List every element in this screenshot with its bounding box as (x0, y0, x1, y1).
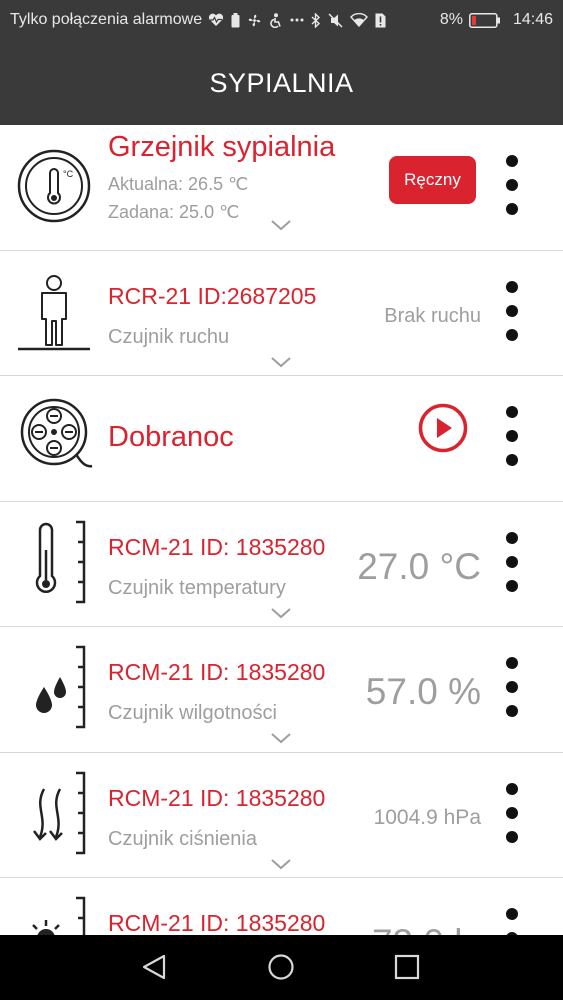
more-menu-button[interactable] (499, 657, 525, 717)
list-item[interactable]: RCM-21 ID: 1835280 Czujnik wilgotności 5… (0, 627, 563, 753)
sun-icon (32, 896, 86, 935)
more-menu-button[interactable] (499, 155, 525, 215)
accessibility-icon (270, 12, 281, 28)
screen: Tylko połączenia alarmowe 8% 14:46 SYPIA… (0, 0, 563, 1000)
device-name: Grzejnik sypialnia (108, 131, 336, 163)
device-name: RCR-21 ID:2687205 (108, 282, 317, 309)
chevron-down-icon[interactable] (270, 607, 292, 619)
light-value: 73.0 lx (372, 922, 481, 935)
status-icons (208, 12, 386, 28)
list-item[interactable]: °C Grzejnik sypialnia Aktualna: 26.5 ℃ Z… (0, 125, 563, 251)
device-list: °C Grzejnik sypialnia Aktualna: 26.5 ℃ Z… (0, 125, 563, 935)
device-type: Czujnik temperatury (108, 576, 286, 599)
device-type: Czujnik wilgotności (108, 702, 277, 724)
navigation-bar (0, 935, 563, 1000)
device-value: Brak ruchu (384, 304, 481, 327)
list-item[interactable]: RCM-21 ID: 1835280 Czujnik ciśnienia 100… (0, 752, 563, 878)
more-menu-button[interactable] (499, 280, 525, 341)
battery-icon (469, 12, 500, 28)
person-icon (18, 274, 90, 350)
chevron-down-icon[interactable] (270, 858, 292, 870)
page-title: SYPIALNIA (209, 68, 354, 98)
bluetooth-icon (311, 12, 321, 28)
device-name: RCM-21 ID: 1835280 (108, 533, 326, 560)
more-icon (290, 18, 304, 22)
battery-saver-icon (231, 12, 240, 27)
more-menu-button[interactable] (499, 908, 525, 935)
device-name: RCM-21 ID: 1835280 (108, 659, 326, 685)
current-temperature: Aktualna: 26.5 ℃ (108, 174, 249, 194)
svg-text:°C: °C (63, 169, 74, 179)
chevron-down-icon[interactable] (270, 732, 292, 744)
chevron-down-icon[interactable] (270, 219, 292, 231)
manual-mode-button[interactable]: Ręczny (389, 156, 476, 204)
pressure-arrows-icon (33, 771, 86, 854)
target-temperature: Zadana: 25.0 ℃ (108, 202, 240, 222)
sim-alert-icon (375, 13, 386, 27)
more-menu-button[interactable] (499, 782, 525, 843)
pressure-value: 1004.9 hPa (373, 805, 481, 829)
temperature-value: 27.0 °C (357, 545, 481, 587)
device-name: RCM-21 ID: 1835280 (108, 910, 326, 935)
mute-icon (328, 12, 343, 28)
clock-text: 14:46 (512, 11, 553, 28)
status-right: 8% 14:46 (440, 11, 553, 29)
recents-icon[interactable] (392, 952, 422, 982)
humidity-value: 57.0 % (365, 671, 481, 712)
battery-percent: 8% (439, 11, 463, 28)
carrier-text: Tylko połączenia alarmowe (10, 11, 203, 28)
scene-name: Dobranoc (108, 421, 234, 453)
wifi-icon (350, 13, 369, 27)
list-item[interactable]: RCM-21 ID: 1835280 73.0 lx (0, 878, 563, 935)
thermostat-icon: °C (17, 149, 91, 223)
thermometer-icon (35, 520, 86, 603)
back-icon[interactable] (140, 952, 170, 982)
scene-reel-icon (20, 398, 93, 468)
fan-icon (248, 14, 261, 26)
more-menu-button[interactable] (499, 406, 525, 466)
heart-pulse-icon (209, 13, 224, 26)
status-bar: Tylko połączenia alarmowe 8% 14:46 (0, 0, 563, 40)
humidity-drops-icon (36, 645, 86, 729)
device-type: Czujnik ciśnienia (108, 827, 257, 850)
list-item[interactable]: Dobranoc (0, 376, 563, 502)
home-icon[interactable] (266, 952, 296, 982)
app-header: SYPIALNIA (0, 40, 563, 125)
list-item[interactable]: RCM-21 ID: 1835280 Czujnik temperatury 2… (0, 501, 563, 627)
chevron-down-icon[interactable] (270, 356, 292, 368)
more-menu-button[interactable] (499, 531, 525, 592)
device-type: Czujnik ruchu (108, 325, 230, 348)
play-icon[interactable] (418, 403, 468, 453)
list-item[interactable]: RCR-21 ID:2687205 Czujnik ruchu Brak ruc… (0, 250, 563, 376)
device-name: RCM-21 ID: 1835280 (108, 784, 326, 811)
